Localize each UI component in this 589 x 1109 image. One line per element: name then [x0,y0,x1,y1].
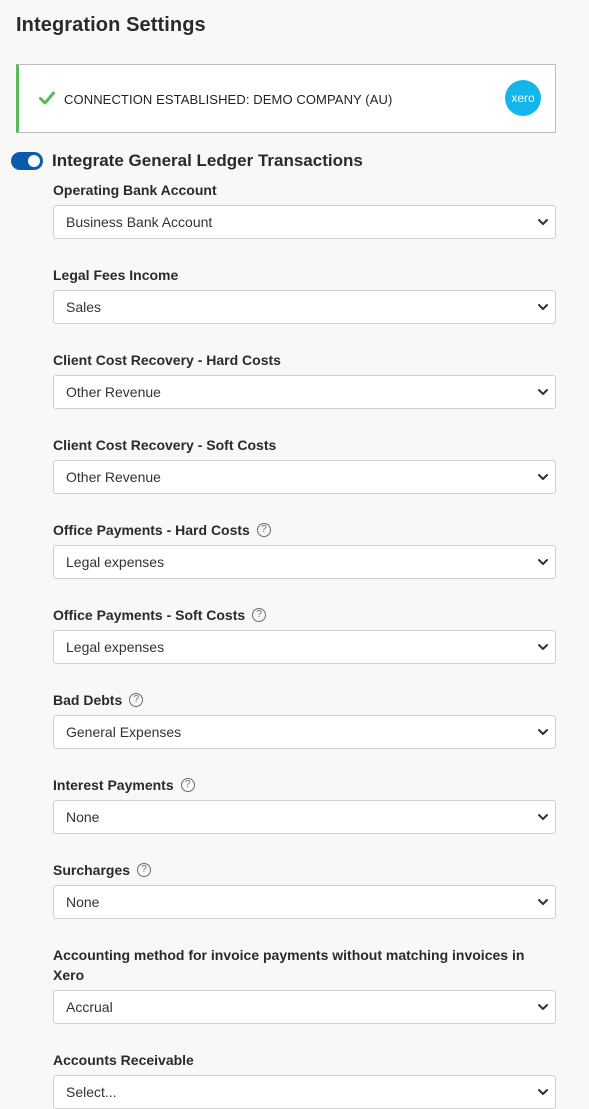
field-accounting-method-for-invoice-payments-w: Accounting method for invoice payments w… [53,945,556,1024]
select-value: None [66,894,100,910]
field-client-cost-recovery-hard-costs: Client Cost Recovery - Hard Costs Other R… [53,350,556,409]
field-label-text: Interest Payments [53,777,174,793]
field-legal-fees-income: Legal Fees Income Sales [53,265,556,324]
select-accounting-method-for-invoice-payments-w[interactable]: Accrual [53,990,556,1024]
help-icon[interactable]: ? [129,693,144,707]
chevron-down-icon [538,559,548,565]
field-label-text: Office Payments - Soft Costs [53,607,246,623]
select-value: Legal expenses [66,554,165,570]
field-bad-debts: Bad Debts? General Expenses [53,690,556,749]
select-value: Legal expenses [66,639,165,655]
help-icon[interactable]: ? [180,778,195,792]
field-label: Legal Fees Income [53,265,556,285]
field-label-text: Accounting method for invoice payments w… [53,947,525,983]
chevron-down-icon [538,644,548,650]
field-office-payments-soft-costs: Office Payments - Soft Costs? Legal expen… [53,605,556,664]
chevron-down-icon [538,389,548,395]
field-label: Interest Payments? [53,775,556,795]
chevron-down-icon [538,219,548,225]
select-value: Accrual [66,999,113,1015]
select-value: General Expenses [66,724,182,740]
field-label: Bad Debts? [53,690,556,710]
account-mapping-fields: Operating Bank Account Business Bank Acco… [53,180,556,1109]
connection-company-name: DEMO COMPANY (AU) [253,92,393,107]
select-value: Select... [66,1084,117,1100]
field-label: Accounts Receivable [53,1050,556,1070]
chevron-down-icon [538,1089,548,1095]
chevron-down-icon [538,474,548,480]
help-icon[interactable]: ? [137,863,152,877]
chevron-down-icon [538,729,548,735]
field-label: Surcharges? [53,860,556,880]
field-label-text: Accounts Receivable [53,1052,194,1068]
field-surcharges: Surcharges? None [53,860,556,919]
select-interest-payments[interactable]: None [53,800,556,834]
field-label-text: Operating Bank Account [53,182,217,198]
field-label-text: Office Payments - Hard Costs [53,522,250,538]
select-value: None [66,809,100,825]
page-title: Integration Settings [16,14,206,36]
chevron-down-icon [538,814,548,820]
field-operating-bank-account: Operating Bank Account Business Bank Acco… [53,180,556,239]
field-label-text: Client Cost Recovery - Soft Costs [53,437,277,453]
field-label: Accounting method for invoice payments w… [53,945,556,985]
connection-status-banner: CONNECTION ESTABLISHED: DEMO COMPANY (AU… [16,64,556,133]
select-surcharges[interactable]: None [53,885,556,919]
field-label-text: Surcharges [53,862,131,878]
integrate-gl-toggle[interactable] [11,152,43,170]
select-value: Other Revenue [66,384,161,400]
field-label: Client Cost Recovery - Hard Costs [53,350,556,370]
xero-logo: xero [505,80,541,116]
checkmark-icon [39,91,55,105]
select-legal-fees-income[interactable]: Sales [53,290,556,324]
field-label: Client Cost Recovery - Soft Costs [53,435,556,455]
field-label-text: Client Cost Recovery - Hard Costs [53,352,281,368]
select-office-payments-soft-costs[interactable]: Legal expenses [53,630,556,664]
integration-settings-page: Integration Settings CONNECTION ESTABLIS… [0,0,589,1109]
field-interest-payments: Interest Payments? None [53,775,556,834]
help-icon[interactable]: ? [252,608,267,622]
select-client-cost-recovery-soft-costs[interactable]: Other Revenue [53,460,556,494]
field-office-payments-hard-costs: Office Payments - Hard Costs? Legal expen… [53,520,556,579]
field-label: Operating Bank Account [53,180,556,200]
select-bad-debts[interactable]: General Expenses [53,715,556,749]
chevron-down-icon [538,899,548,905]
field-label-text: Bad Debts [53,692,123,708]
select-value: Business Bank Account [66,214,213,230]
select-office-payments-hard-costs[interactable]: Legal expenses [53,545,556,579]
integrate-gl-label: Integrate General Ledger Transactions [52,151,363,170]
connection-status-label: CONNECTION ESTABLISHED: [64,92,250,107]
field-label-text: Legal Fees Income [53,267,179,283]
help-icon[interactable]: ? [256,523,271,537]
chevron-down-icon [538,304,548,310]
connection-status-text: CONNECTION ESTABLISHED: DEMO COMPANY (AU… [64,92,392,107]
select-operating-bank-account[interactable]: Business Bank Account [53,205,556,239]
field-label: Office Payments - Hard Costs? [53,520,556,540]
field-accounts-receivable: Accounts Receivable Select... [53,1050,556,1109]
select-accounts-receivable[interactable]: Select... [53,1075,556,1109]
field-client-cost-recovery-soft-costs: Client Cost Recovery - Soft Costs Other R… [53,435,556,494]
select-client-cost-recovery-hard-costs[interactable]: Other Revenue [53,375,556,409]
select-value: Sales [66,299,102,315]
toggle-knob [28,155,40,167]
field-label: Office Payments - Soft Costs? [53,605,556,625]
chevron-down-icon [538,1004,548,1010]
select-value: Other Revenue [66,469,161,485]
